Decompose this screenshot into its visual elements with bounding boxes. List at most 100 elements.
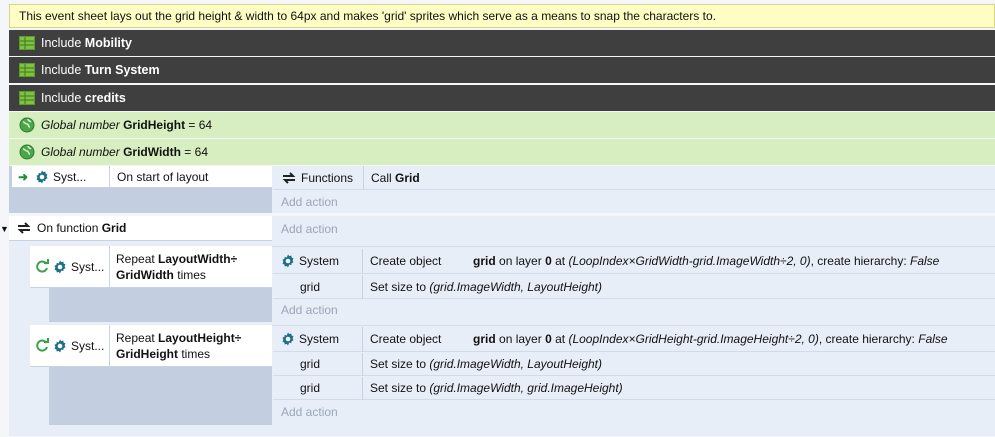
action-row[interactable]: Functions Call Grid <box>273 165 995 190</box>
add-action-link[interactable]: Add action <box>281 300 338 320</box>
include-prefix: Include <box>41 63 82 77</box>
repeat-expr-part2: GridHeight <box>116 346 178 361</box>
action-label: Set size to <box>370 381 427 395</box>
function-name: Grid <box>101 221 127 235</box>
action-tail: , create hierarchy: <box>818 332 915 346</box>
system-gear-icon <box>52 259 68 275</box>
event-sheet-comment[interactable]: This event sheet lays out the grid heigh… <box>9 4 995 28</box>
action-object-name: grid <box>473 332 496 346</box>
action-mid: on layer <box>499 254 542 268</box>
condition-row[interactable]: ➜ Syst... On start of layout <box>12 165 272 188</box>
global-name: GridWidth <box>123 145 181 159</box>
action-text: Create object grid on layer 0 at (LoopInd… <box>362 326 948 352</box>
global-value: = 64 <box>188 118 213 132</box>
action-text: Set size to (grid.ImageWidth, grid.Image… <box>362 376 623 400</box>
action-object: Functions <box>301 170 354 185</box>
action-at: at <box>555 332 566 346</box>
loop-icon <box>34 258 50 275</box>
include-prefix: Include <box>41 91 82 105</box>
condition-text: On start of layout <box>109 165 208 188</box>
repeat-expr-part1: LayoutWidth÷ <box>158 251 238 266</box>
action-object: grid <box>300 357 321 371</box>
sub-condition-row[interactable]: Syst... Repeat LayoutWidth÷ GridWidth ti… <box>30 245 272 288</box>
action-layer: 0 <box>545 254 552 268</box>
include-row-credits[interactable]: Include credits <box>9 85 995 111</box>
global-prefix: Global number <box>41 118 120 132</box>
functions-icon <box>280 170 298 186</box>
action-value: False <box>910 254 940 268</box>
action-at: at <box>555 254 566 268</box>
action-expression: (grid.ImageWidth, LayoutHeight) <box>429 357 603 371</box>
include-prefix: Include <box>41 36 82 50</box>
action-text: Set size to (grid.ImageWidth, LayoutHeig… <box>362 352 603 376</box>
condition-object: Syst... <box>53 169 87 184</box>
action-object: grid <box>300 381 321 395</box>
function-icon <box>15 220 33 236</box>
action-function-name: Grid <box>395 170 420 185</box>
action-object-name: grid <box>473 254 496 268</box>
action-text: Create object grid on layer 0 at (LoopInd… <box>362 248 940 274</box>
global-variable-gridwidth[interactable]: Global number GridWidth = 64 <box>9 139 995 165</box>
action-mid: on layer <box>499 332 542 346</box>
action-object: System <box>299 254 340 268</box>
repeat-expr-part1: LayoutHeight÷ <box>158 330 242 345</box>
action-label: Create object <box>370 254 442 268</box>
action-expression: (grid.ImageWidth, LayoutHeight) <box>429 279 603 294</box>
system-gear-icon <box>52 338 68 354</box>
repeat-prefix: Repeat <box>116 330 155 345</box>
action-value: False <box>918 332 948 346</box>
global-name: GridHeight <box>123 118 186 132</box>
action-expression: (LoopIndex×GridHeight-grid.ImageHeight÷2… <box>568 332 819 346</box>
loop-icon <box>34 337 50 354</box>
action-layer: 0 <box>545 332 552 346</box>
action-label: Set size to <box>370 357 427 371</box>
system-gear-icon <box>34 169 50 185</box>
repeat-prefix: Repeat <box>116 251 155 266</box>
condition-object: Syst... <box>71 338 105 353</box>
repeat-expr-part2: GridWidth <box>116 267 174 282</box>
include-row-mobility[interactable]: Include Mobility <box>9 30 995 56</box>
action-text: Set size to (grid.ImageWidth, LayoutHeig… <box>362 274 603 299</box>
action-expression: (grid.ImageWidth, grid.ImageHeight) <box>429 381 623 395</box>
function-prefix: On function <box>37 221 99 235</box>
action-row[interactable]: grid Set size to (grid.ImageWidth, Layou… <box>273 352 995 376</box>
global-value: = 64 <box>184 145 208 159</box>
function-condition-row[interactable]: On function Grid <box>9 216 272 241</box>
action-object: System <box>299 332 340 346</box>
action-object: grid <box>300 279 321 294</box>
add-action-link[interactable]: Add action <box>281 402 338 422</box>
action-row[interactable]: grid Set size to (grid.ImageWidth, grid.… <box>273 376 995 400</box>
action-tail: , create hierarchy: <box>810 254 907 268</box>
include-row-turn-system[interactable]: Include Turn System <box>9 57 995 83</box>
globe-icon <box>19 144 35 160</box>
global-prefix: Global number <box>41 145 120 159</box>
repeat-suffix: times <box>181 346 211 361</box>
action-row[interactable]: System Create object grid on layer 0 at (… <box>273 326 995 352</box>
action-row[interactable]: System Create object grid on layer 0 at (… <box>273 248 995 274</box>
trigger-arrow-icon: ➜ <box>17 169 29 184</box>
sub-condition-row[interactable]: Syst... Repeat LayoutHeight÷ GridHeight … <box>30 324 272 367</box>
repeat-suffix: times <box>177 267 206 282</box>
system-gear-icon <box>280 253 296 269</box>
global-variable-gridheight[interactable]: Global number GridHeight = 64 <box>9 112 995 138</box>
include-name: Turn System <box>84 63 160 77</box>
condition-text: Repeat LayoutWidth÷ GridWidth times <box>109 245 238 288</box>
condition-text: Repeat LayoutHeight÷ GridHeight times <box>109 324 242 367</box>
event-sheet-icon <box>19 91 35 105</box>
action-text: Call Grid <box>363 165 420 190</box>
include-name: credits <box>84 91 126 105</box>
event-sheet-icon <box>19 63 35 77</box>
action-expression: (LoopIndex×GridWidth-grid.ImageWidth÷2, … <box>568 254 811 268</box>
action-prefix: Call <box>371 170 392 185</box>
action-label: Set size to <box>370 279 427 294</box>
include-name: Mobility <box>84 36 133 50</box>
action-row[interactable]: grid Set size to (grid.ImageWidth, Layou… <box>273 274 995 299</box>
condition-object: Syst... <box>71 259 105 274</box>
comment-text: This event sheet lays out the grid heigh… <box>19 9 716 23</box>
add-action-link[interactable]: Add action <box>281 192 338 212</box>
event-sheet-icon <box>19 36 35 50</box>
action-label: Create object <box>370 332 442 346</box>
system-gear-icon <box>280 331 296 347</box>
globe-icon <box>19 117 35 133</box>
add-action-link[interactable]: Add action <box>281 219 338 239</box>
